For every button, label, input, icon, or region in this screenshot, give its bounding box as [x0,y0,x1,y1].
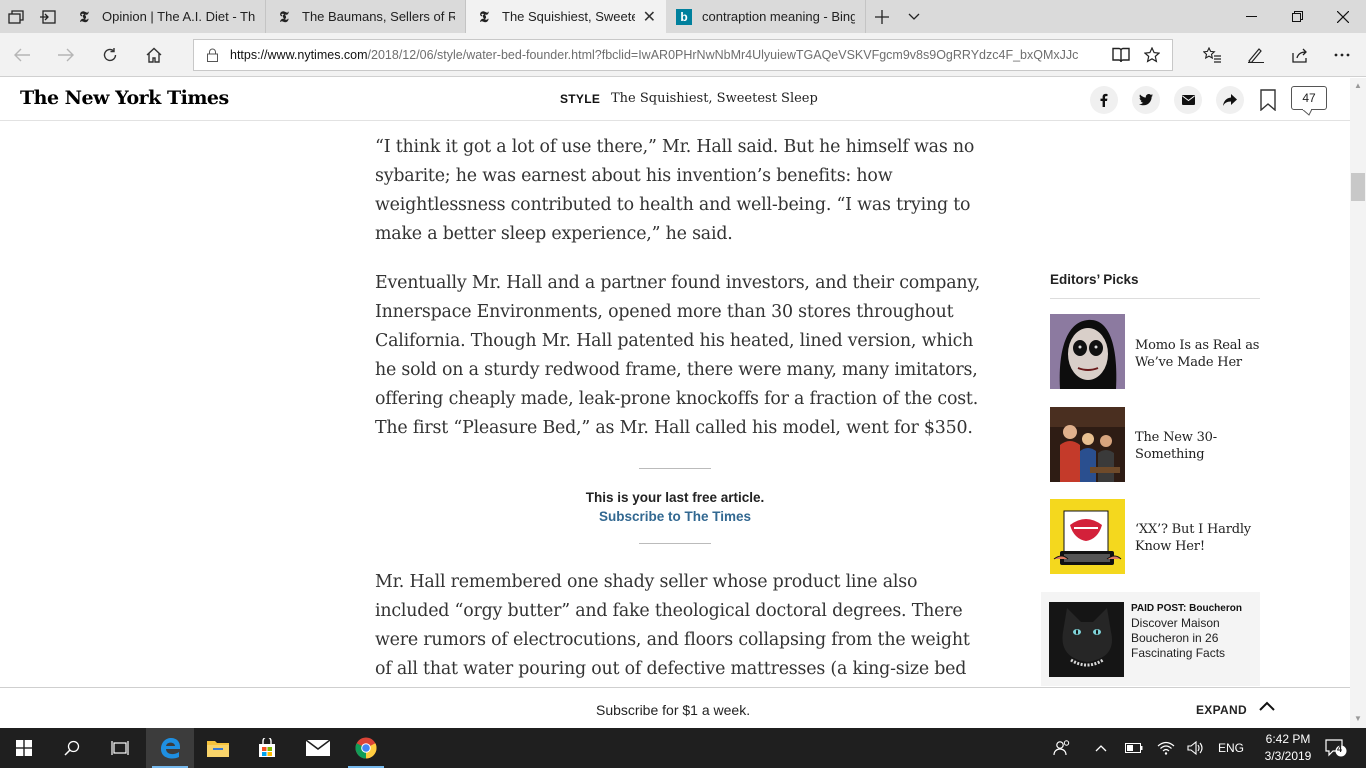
windows-taskbar: ENG 6:42 PM 3/3/2019 4 [0,728,1366,768]
momo-thumbnail[interactable] [1050,314,1125,389]
minimize-icon[interactable] [1228,0,1274,33]
wifi-icon[interactable] [1154,728,1178,768]
browser-tab-bar: 𝕿 Opinion | The A.I. Diet - The 𝕿 The Ba… [0,0,1366,33]
divider [1050,298,1260,299]
scroll-down-arrow-icon[interactable]: ▼ [1350,712,1366,726]
more-share-arrow-icon[interactable] [1216,86,1244,114]
pick-title[interactable]: Momo Is as Real as We’ve Made Her [1135,337,1260,371]
last-free-article-text: This is your last free article. [585,490,765,505]
subscribe-link[interactable]: Subscribe to The Times [575,509,775,524]
save-bookmark-icon[interactable] [1258,86,1278,114]
battery-icon[interactable] [1122,728,1146,768]
nyt-header: The New York Times STYLE The Squishiest,… [0,78,1350,121]
refresh-icon[interactable] [94,39,126,71]
twitter-share-icon[interactable] [1132,86,1160,114]
paid-post-title[interactable]: Discover Maison Boucheron in 26 Fascinat… [1131,616,1251,661]
black-cat-thumbnail[interactable] [1049,602,1124,677]
paywall-notice: This is your last free article. Subscrib… [575,468,775,544]
favorites-hub-icon[interactable] [1196,39,1228,71]
clock-date: 3/3/2019 [1264,749,1312,763]
scrollbar-thumb[interactable] [1351,173,1365,201]
editors-pick-item[interactable]: The New 30-Something [1050,407,1265,483]
reading-view-icon[interactable] [1112,47,1130,68]
subscribe-bar: Subscribe for $1 a week. EXPAND [0,687,1350,728]
close-window-icon[interactable] [1320,0,1366,33]
lock-icon[interactable] [194,48,230,62]
web-note-pen-icon[interactable] [1240,39,1272,71]
nyt-icon: 𝕿 [479,7,489,26]
scroll-up-arrow-icon[interactable]: ▲ [1350,79,1366,93]
tab-bing-contraption[interactable]: b contraption meaning - Bing [666,0,866,33]
comment-bubble-tail-icon [1302,109,1312,116]
article-paragraph: Eventually Mr. Hall and a partner found … [375,273,981,438]
tab-baumans[interactable]: 𝕿 The Baumans, Sellers of Rea [266,0,466,33]
clock-time: 6:42 PM [1265,732,1311,746]
more-options-icon[interactable] [1326,39,1358,71]
facebook-share-icon[interactable] [1090,86,1118,114]
windows-start-icon[interactable] [0,728,48,768]
subscribe-offer-text[interactable]: Subscribe for $1 a week. [596,702,750,718]
microsoft-store-icon[interactable] [243,728,291,768]
chrome-icon[interactable] [342,728,390,768]
editors-pick-item[interactable]: ‘XX’? But I Hardly Know Her! [1050,499,1265,575]
comments-count-button[interactable]: 47 [1291,86,1327,110]
browser-toolbar: https://www.nytimes.com/2018/12/06/style… [0,33,1366,77]
file-explorer-icon[interactable] [194,728,242,768]
volume-icon[interactable] [1184,728,1208,768]
edge-browser-icon[interactable] [146,728,194,768]
set-aside-tabs-icon[interactable] [0,0,32,33]
nyt-logo[interactable]: The New York Times [20,87,229,109]
paid-post-label: PAID POST: Boucheron [1131,603,1242,614]
home-icon[interactable] [138,39,170,71]
tabs-aside-icon[interactable] [32,0,64,33]
action-center-icon[interactable]: 4 [1320,728,1352,768]
input-language-indicator[interactable]: ENG [1214,728,1248,768]
new-tab-icon[interactable] [866,0,898,33]
people-icon[interactable] [1048,728,1076,768]
back-arrow-icon[interactable] [6,39,38,71]
article-paragraph: Mr. Hall remembered one shady seller who… [375,572,970,679]
chevron-up-icon[interactable] [1258,699,1278,717]
xx-illustration-thumbnail[interactable] [1050,499,1125,574]
new-30-something-thumbnail[interactable] [1050,407,1125,482]
paid-post-ad[interactable]: PAID POST: Boucheron Discover Maison Bou… [1041,592,1260,686]
pick-title[interactable]: ‘XX’? But I Hardly Know Her! [1135,521,1260,555]
restore-icon[interactable] [1274,0,1320,33]
nyt-icon: 𝕿 [79,7,89,26]
editors-pick-item[interactable]: Momo Is as Real as We’ve Made Her [1050,314,1265,390]
tab-squishiest-active[interactable]: 𝕿 The Squishiest, Sweetes ✕ [466,0,666,33]
mail-icon[interactable] [294,728,342,768]
editors-picks-heading: Editors’ Picks [1050,272,1139,287]
system-clock[interactable]: 6:42 PM 3/3/2019 [1258,731,1318,765]
show-hidden-icons-chevron-icon[interactable] [1090,728,1112,768]
address-bar[interactable]: https://www.nytimes.com/2018/12/06/style… [193,39,1173,71]
tab-preview-chevron-icon[interactable] [898,0,930,33]
divider [639,468,711,469]
pick-title[interactable]: The New 30-Something [1135,429,1260,463]
article-paragraph: “I think it got a lot of use there,” Mr.… [375,137,975,244]
forward-arrow-icon[interactable] [50,39,82,71]
search-icon[interactable] [48,728,96,768]
bing-icon: b [676,8,692,25]
url-text[interactable]: https://www.nytimes.com/2018/12/06/style… [230,48,1100,62]
tab-opinion-ai-diet[interactable]: 𝕿 Opinion | The A.I. Diet - The [66,0,266,33]
expand-button[interactable]: EXPAND [1196,703,1247,717]
task-view-icon[interactable] [96,728,144,768]
section-label[interactable]: STYLE [560,92,600,106]
share-icon[interactable] [1284,39,1316,71]
close-tab-icon[interactable]: ✕ [643,7,656,27]
article-header-title: The Squishiest, Sweetest Sleep [611,91,818,106]
divider [639,543,711,544]
nyt-icon: 𝕿 [279,7,289,26]
notification-count-badge: 4 [1337,744,1343,754]
email-share-icon[interactable] [1174,86,1202,114]
favorite-star-icon[interactable] [1143,46,1161,68]
